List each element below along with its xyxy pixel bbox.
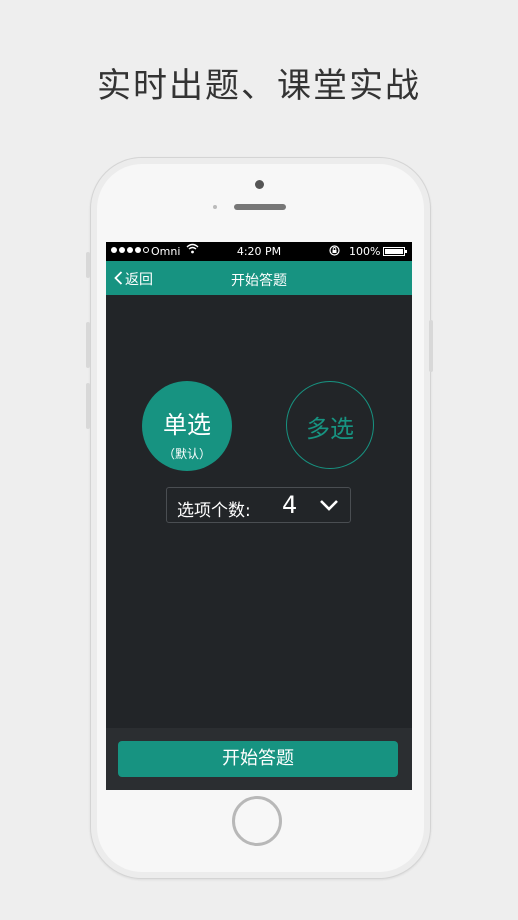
multi-choice-button[interactable]: 多选 [286, 381, 374, 469]
chevron-down-icon [319, 496, 339, 514]
nav-title: 开始答题 [231, 273, 287, 289]
volume-up-button [86, 322, 90, 368]
nav-bar: 返回 开始答题 [106, 261, 412, 295]
single-choice-button[interactable]: 单选 （默认） [142, 381, 232, 471]
front-camera [255, 180, 264, 189]
promo-headline: 实时出题、课堂实战 [97, 66, 421, 106]
multi-choice-label: 多选 [306, 415, 354, 443]
proximity-sensor [213, 205, 217, 209]
option-count-select[interactable]: 选项个数: 4 [166, 487, 351, 523]
option-count-label: 选项个数: [177, 501, 251, 521]
bottom-bar: 开始答题 [106, 728, 412, 790]
rotation-lock-icon [329, 245, 340, 259]
single-choice-default-note: （默认） [162, 447, 211, 461]
single-choice-label: 单选 [163, 411, 211, 439]
volume-down-button [86, 383, 90, 429]
start-answer-button[interactable]: 开始答题 [118, 741, 398, 777]
ringer-switch [86, 252, 90, 278]
earpiece-speaker [234, 204, 286, 210]
status-bar: Omni 4:20 PM 100% [106, 242, 412, 261]
option-count-value: 4 [282, 491, 298, 519]
battery-percent: 100% [349, 245, 381, 258]
phone-screen: Omni 4:20 PM 100% 返回 开始答题 单选 （默认） 多选 选项个… [106, 242, 412, 790]
battery-icon [383, 247, 407, 256]
power-button [429, 320, 433, 372]
home-button[interactable] [232, 796, 282, 846]
